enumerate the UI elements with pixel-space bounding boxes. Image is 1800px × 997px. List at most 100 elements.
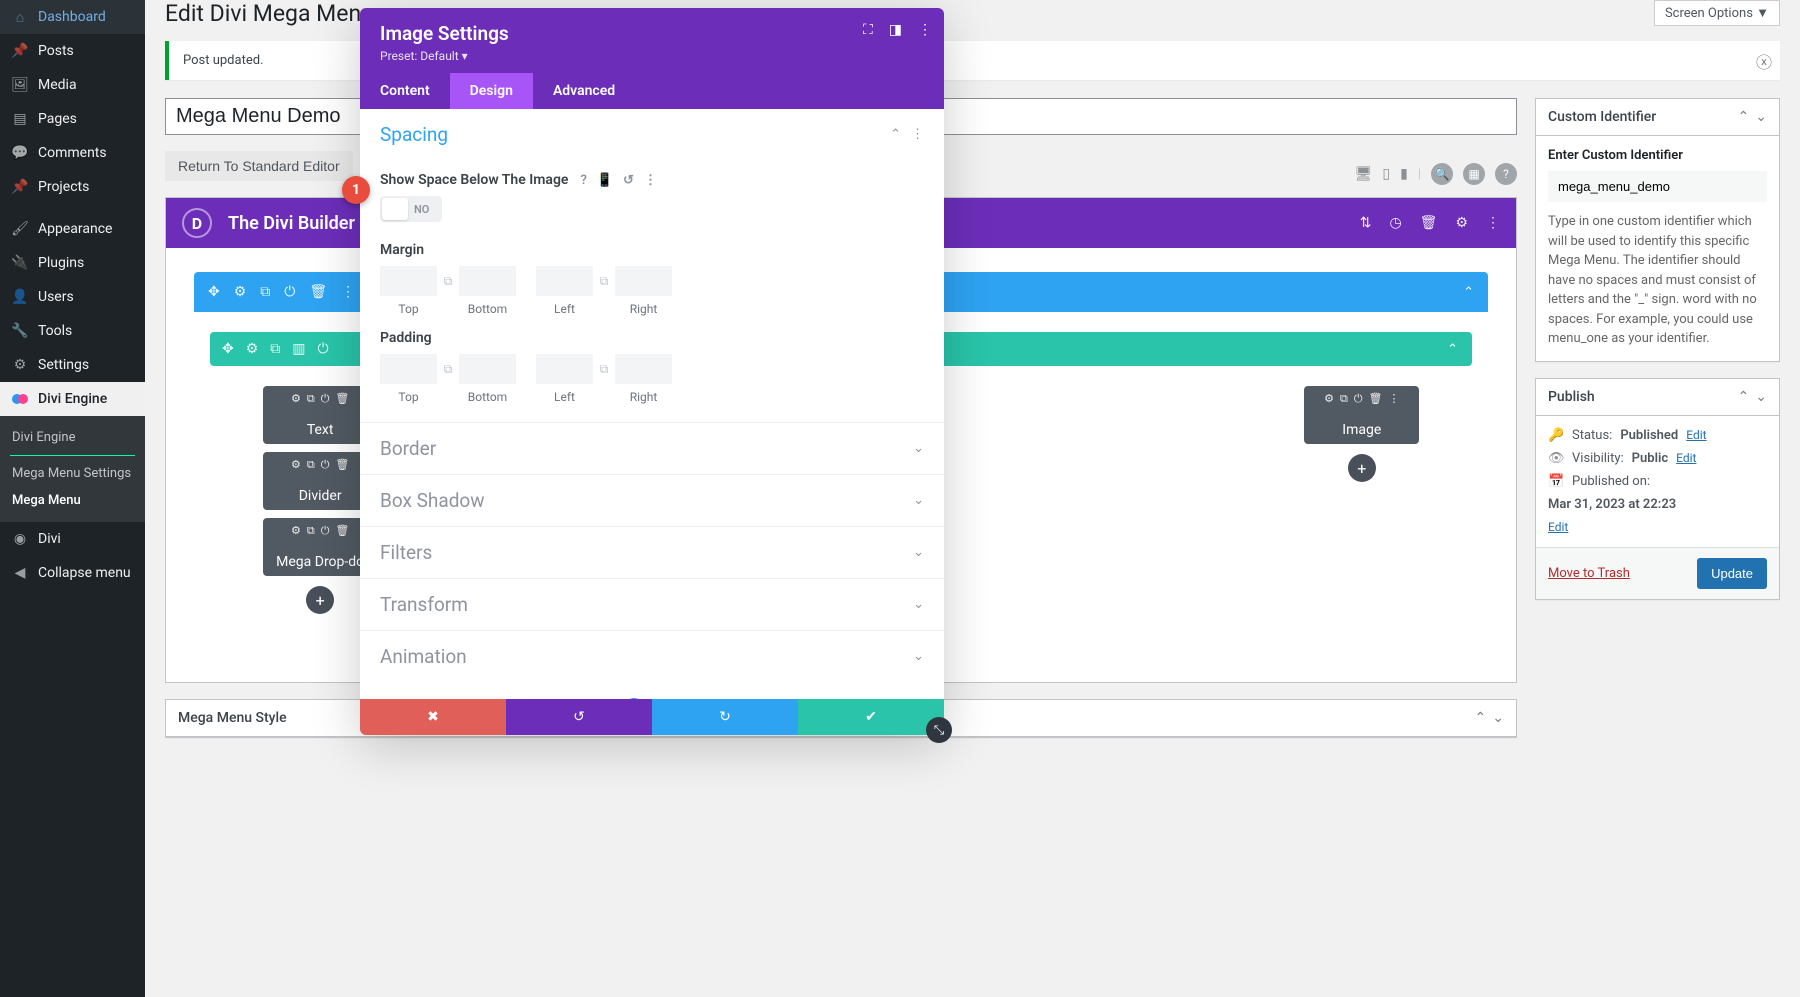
zoom-icon[interactable]: 🔍 xyxy=(1431,163,1453,185)
sidebar-item-collapse[interactable]: ◀Collapse menu xyxy=(0,556,145,590)
power-icon[interactable]: ⏻ xyxy=(284,284,295,300)
sidebar-item-users[interactable]: 👤Users xyxy=(0,280,145,314)
sidebar-item-divi[interactable]: ◉Divi xyxy=(0,522,145,556)
chevron-up-icon[interactable]: ⌃ xyxy=(1738,389,1750,405)
resize-handle[interactable]: ⤡ xyxy=(926,717,952,743)
padding-left-input[interactable] xyxy=(536,354,593,384)
sidebar-item-appearance[interactable]: 🖌Appearance xyxy=(0,212,145,246)
margin-right-input[interactable] xyxy=(615,266,672,296)
submenu-item-current[interactable]: Mega Menu xyxy=(0,487,145,514)
trash-icon[interactable]: 🗑 xyxy=(335,524,349,538)
edit-visibility-link[interactable]: Edit xyxy=(1676,451,1696,465)
tab-advanced[interactable]: Advanced xyxy=(533,73,635,109)
chevron-down-icon[interactable]: ⌄ xyxy=(913,649,924,664)
add-module-button[interactable]: + xyxy=(1348,454,1376,482)
duplicate-icon[interactable]: ⧉ xyxy=(307,392,315,406)
section-transform-header[interactable]: Transform⌄ xyxy=(380,579,924,630)
kebab-icon[interactable]: ⋮ xyxy=(341,284,355,300)
device-phone-icon[interactable]: ▮ xyxy=(1400,166,1408,182)
expand-icon[interactable]: ⛶ xyxy=(863,22,873,38)
tab-content[interactable]: Content xyxy=(360,73,450,109)
sidebar-item-dashboard[interactable]: ⌂Dashboard xyxy=(0,0,145,34)
power-icon[interactable]: ⏻ xyxy=(321,524,330,538)
kebab-icon[interactable]: ⋮ xyxy=(1486,215,1500,231)
dismiss-icon[interactable]: ⓧ xyxy=(1756,49,1772,73)
submenu-item[interactable]: Mega Menu Settings xyxy=(0,460,145,487)
snap-icon[interactable]: ◨ xyxy=(889,22,902,38)
link-icon[interactable]: ⧉ xyxy=(593,354,615,384)
device-tablet-icon[interactable]: ▯ xyxy=(1382,166,1390,182)
modal-redo-button[interactable]: ↻ xyxy=(652,699,798,735)
link-icon[interactable]: ⧉ xyxy=(437,354,459,384)
help-link[interactable]: ?Help xyxy=(380,682,924,699)
save-button[interactable]: ✔ xyxy=(798,699,944,735)
chevron-up-icon[interactable]: ⌃ xyxy=(1738,109,1750,125)
padding-top-input[interactable] xyxy=(380,354,437,384)
columns-icon[interactable]: ▥ xyxy=(292,341,305,357)
gear-icon[interactable]: ⚙ xyxy=(234,284,247,300)
sidebar-item-media[interactable]: 🖼Media xyxy=(0,68,145,102)
section-border-header[interactable]: Border⌄ xyxy=(380,423,924,474)
reset-icon[interactable]: ↺ xyxy=(623,173,634,188)
padding-bottom-input[interactable] xyxy=(459,354,516,384)
chevron-down-icon[interactable]: ⌄ xyxy=(1755,389,1767,405)
margin-bottom-input[interactable] xyxy=(459,266,516,296)
modal-undo-button[interactable]: ↺ xyxy=(506,699,652,735)
gear-icon[interactable]: ⚙ xyxy=(1455,215,1468,231)
kebab-icon[interactable]: ⋮ xyxy=(918,22,932,38)
sort-icon[interactable]: ⇅ xyxy=(1360,215,1372,231)
grid-icon[interactable]: ▦ xyxy=(1463,163,1485,185)
modal-header[interactable]: Image Settings Preset: Default ▾ ⛶ ◨ ⋮ xyxy=(360,8,944,73)
sidebar-item-projects[interactable]: 📌Projects xyxy=(0,170,145,204)
kebab-icon[interactable]: ⋮ xyxy=(644,173,657,188)
edit-status-link[interactable]: Edit xyxy=(1686,428,1706,442)
chevron-down-icon[interactable]: ⌄ xyxy=(1755,109,1767,125)
device-desktop-icon[interactable]: 🖥 xyxy=(1355,166,1373,182)
submenu-item[interactable]: Divi Engine xyxy=(0,424,145,451)
padding-right-input[interactable] xyxy=(615,354,672,384)
chevron-down-icon[interactable]: ⌄ xyxy=(1492,710,1504,726)
duplicate-icon[interactable]: ⧉ xyxy=(307,458,315,472)
chevron-up-icon[interactable]: ⌃ xyxy=(1447,342,1458,357)
move-icon[interactable]: ✥ xyxy=(222,341,234,357)
chevron-down-icon[interactable]: ⌄ xyxy=(913,441,924,456)
move-icon[interactable]: ✥ xyxy=(208,284,220,300)
tab-design[interactable]: Design xyxy=(450,73,533,109)
power-icon[interactable]: ⏻ xyxy=(321,392,330,406)
section-boxshadow-header[interactable]: Box Shadow⌄ xyxy=(380,475,924,526)
gear-icon[interactable]: ⚙ xyxy=(1324,392,1334,406)
chevron-up-icon[interactable]: ⌃ xyxy=(1463,285,1474,300)
chevron-down-icon[interactable]: ⌄ xyxy=(913,545,924,560)
trash-icon[interactable]: 🗑 xyxy=(335,392,349,406)
trash-icon[interactable]: 🗑 xyxy=(335,458,349,472)
cancel-button[interactable]: ✖ xyxy=(360,699,506,735)
power-icon[interactable]: ⏻ xyxy=(1354,392,1363,406)
kebab-icon[interactable]: ⋮ xyxy=(911,127,924,142)
power-icon[interactable]: ⏻ xyxy=(318,341,329,357)
chevron-down-icon[interactable]: ⌄ xyxy=(913,493,924,508)
margin-top-input[interactable] xyxy=(380,266,437,296)
duplicate-icon[interactable]: ⧉ xyxy=(307,524,315,538)
link-icon[interactable]: ⧉ xyxy=(593,266,615,296)
device-phone-icon[interactable]: 📱 xyxy=(597,173,613,188)
chevron-down-icon[interactable]: ⌄ xyxy=(913,597,924,612)
clock-icon[interactable]: ◷ xyxy=(1389,215,1401,231)
sidebar-item-tools[interactable]: 🔧Tools xyxy=(0,314,145,348)
trash-icon[interactable]: 🗑 xyxy=(1420,215,1438,231)
preset-selector[interactable]: Preset: Default ▾ xyxy=(380,49,924,63)
sidebar-item-plugins[interactable]: 🔌Plugins xyxy=(0,246,145,280)
power-icon[interactable]: ⏻ xyxy=(321,458,330,472)
sidebar-item-posts[interactable]: 📌Posts xyxy=(0,34,145,68)
sidebar-item-divi-engine[interactable]: Divi Engine xyxy=(0,382,145,416)
screen-options-button[interactable]: Screen Options ▼ xyxy=(1654,0,1780,26)
margin-left-input[interactable] xyxy=(536,266,593,296)
module-image[interactable]: ⚙⧉⏻🗑⋮ Image xyxy=(1304,386,1419,444)
help-icon[interactable]: ? xyxy=(1495,163,1517,185)
move-to-trash-link[interactable]: Move to Trash xyxy=(1548,566,1630,581)
custom-identifier-input[interactable] xyxy=(1548,171,1767,202)
duplicate-icon[interactable]: ⧉ xyxy=(270,341,280,357)
gear-icon[interactable]: ⚙ xyxy=(291,524,301,538)
edit-date-link[interactable]: Edit xyxy=(1548,520,1568,534)
section-filters-header[interactable]: Filters⌄ xyxy=(380,527,924,578)
show-space-toggle[interactable]: NO xyxy=(380,196,442,222)
